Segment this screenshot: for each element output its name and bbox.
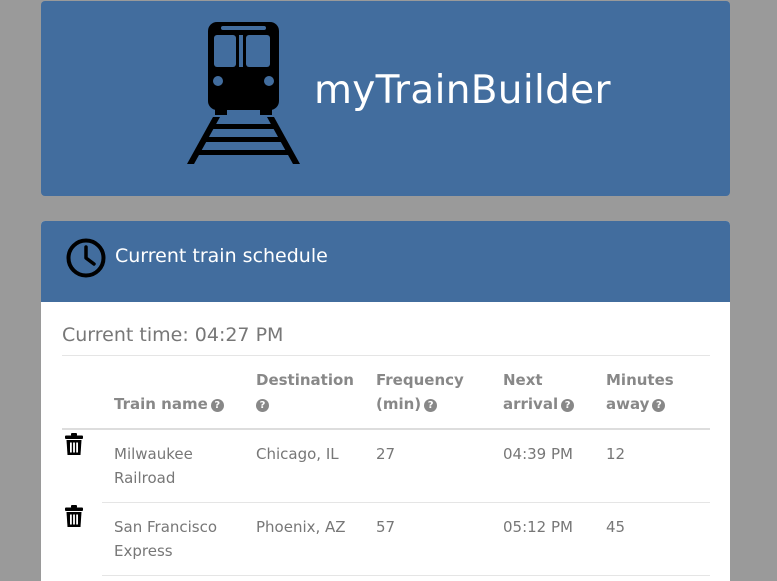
question-circle-icon: ? xyxy=(424,399,438,412)
question-circle-icon: ? xyxy=(210,399,224,412)
column-header-frequency: Frequency (min)? xyxy=(376,371,464,413)
column-header-minutes-away: Minutes away? xyxy=(606,371,674,413)
minutes-away-cell: 12 xyxy=(606,445,626,463)
header-banner: myTrainBuilder xyxy=(41,1,730,196)
minutes-away-cell: 45 xyxy=(606,518,626,536)
frequency-cell: 57 xyxy=(376,518,396,536)
panel-body: Current time: 04:27 PM Train name? Desti… xyxy=(41,302,730,581)
next-arrival-cell: 05:12 PM xyxy=(503,518,573,536)
train-name-cell: San Francisco Express xyxy=(114,518,218,560)
divider xyxy=(62,355,710,356)
destination-cell: Chicago, IL xyxy=(256,445,339,463)
question-circle-icon: ? xyxy=(561,399,575,412)
panel-title: Current train schedule xyxy=(115,245,328,267)
train-icon xyxy=(187,22,300,164)
column-header-destination: Destination ? xyxy=(256,371,354,412)
row-divider xyxy=(102,502,710,503)
question-circle-icon: ? xyxy=(256,399,269,412)
question-circle-icon: ? xyxy=(652,399,666,412)
trash-icon[interactable] xyxy=(65,433,83,455)
current-time: Current time: 04:27 PM xyxy=(62,324,284,346)
frequency-cell: 27 xyxy=(376,445,396,463)
trash-icon[interactable] xyxy=(65,505,83,527)
panel-heading: Current train schedule xyxy=(41,221,730,302)
schedule-panel: Current train schedule Current time: 04:… xyxy=(41,221,730,581)
column-header-next-arrival: Next arrival? xyxy=(503,368,575,416)
clock-icon xyxy=(66,238,106,278)
train-name-cell: Milwaukee Railroad xyxy=(114,445,193,487)
table-header-divider xyxy=(62,428,710,430)
column-header-train-name: Train name? xyxy=(114,392,224,416)
row-divider xyxy=(102,575,710,576)
next-arrival-cell: 04:39 PM xyxy=(503,445,573,463)
app-title: myTrainBuilder xyxy=(314,68,611,113)
destination-cell: Phoenix, AZ xyxy=(256,518,346,536)
